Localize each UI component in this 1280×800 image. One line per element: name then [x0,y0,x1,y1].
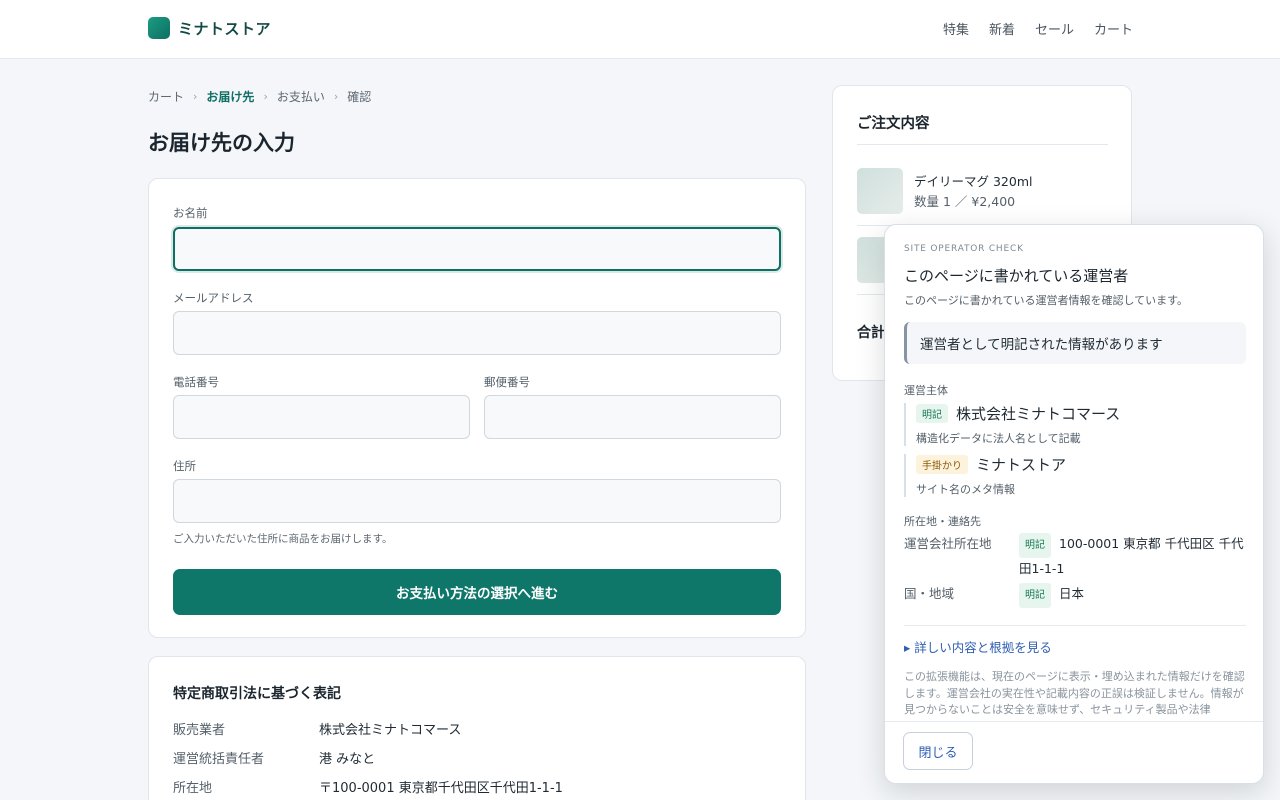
panel-footer: 閉じる [885,721,1263,783]
page-title: お届け先の入力 [148,131,295,155]
legal-key: 所在地 [173,781,213,796]
phone-label: 電話番号 [173,375,219,389]
breadcrumb-cart[interactable]: カート [148,88,184,105]
legal-row-manager: 運営統括責任者 港 みなと [173,748,375,767]
nav-item-cart[interactable]: カート [1094,19,1133,38]
explicit-badge: 明記 [916,404,948,423]
address-hint: ご入力いただいた住所に商品をお届けします。 [173,533,393,545]
nav-item-new[interactable]: 新着 [989,19,1015,38]
entity-name: ミナトストア [976,456,1067,474]
entity-note: 構造化データに法人名として記載 [916,432,1081,445]
entity-item: 手掛かり ミナトストア サイト名のメタ情報 [904,454,1224,497]
email-input[interactable] [173,311,781,355]
zip-label: 郵便番号 [484,375,530,389]
explicit-badge: 明記 [1019,583,1051,608]
details-link[interactable]: ▸ 詳しい内容と根拠を見る [904,637,1052,656]
item-name: デイリーマグ 320ml [914,174,1033,189]
legal-value: 〒100-0001 東京都千代田区千代田1-1-1 [319,781,563,796]
panel-eyebrow: SITE OPERATOR CHECK [904,244,1024,254]
explicit-badge: 明記 [1019,533,1051,558]
entity-note: サイト名のメタ情報 [916,483,1015,496]
legal-row-address: 所在地 〒100-0001 東京都千代田区千代田1-1-1 [173,777,563,796]
panel-subtitle: このページに書かれている運営者情報を確認しています。 [904,294,1189,307]
divider [857,144,1108,145]
breadcrumb-separator: › [193,90,198,103]
breadcrumb-confirm: 確認 [347,90,372,104]
zip-input[interactable] [484,395,781,439]
entity-name: 株式会社ミナトコマース [956,405,1121,423]
legal-value: 株式会社ミナトコマース [319,723,462,738]
logo-text: ミナトストア [178,19,272,38]
location-row-country: 国・地域 明記 日本 [904,583,1249,608]
nav-item-feature[interactable]: 特集 [943,19,969,38]
main-nav: 特集 新着 セール カート [943,19,1133,38]
entity-section-label: 運営主体 [904,384,948,397]
divider [904,625,1246,626]
location-value: 100-0001 東京都 千代田区 千代田1-1-1 [1019,536,1244,576]
shipping-form: お名前 メールアドレス 電話番号 郵便番号 住所 ご入力いただいた住所に商品をお… [148,178,806,638]
address-label: 住所 [173,459,196,473]
location-section-label: 所在地・連絡先 [904,515,981,528]
clue-badge: 手掛かり [916,455,968,474]
close-button[interactable]: 閉じる [903,732,973,770]
operator-check-panel: SITE OPERATOR CHECK このページに書かれている運営者 このペー… [884,224,1264,784]
location-value: 日本 [1059,586,1085,601]
product-thumbnail [857,168,903,214]
status-banner: 運営者として明記された情報があります [904,322,1246,364]
legal-key: 販売業者 [173,723,226,738]
breadcrumb-separator: › [333,90,339,103]
nav-item-sale[interactable]: セール [1035,19,1074,38]
legal-value: 港 みなと [319,752,376,767]
location-row-address: 運営会社所在地 明記 100-0001 東京都 千代田区 千代田1-1-1 [904,533,1249,579]
name-label: お名前 [173,206,208,220]
disclaimer-text: この拡張機能は、現在のページに表示・埋め込まれた情報だけを確認します。運営会社の… [904,670,1245,716]
breadcrumb-separator: › [263,90,268,103]
location-key: 運営会社所在地 [904,536,992,551]
logo-icon [148,17,170,39]
total-label: 合計 [857,325,885,341]
email-label: メールアドレス [173,291,254,305]
proceed-to-payment-button[interactable]: お支払い方法の選択へ進む [173,569,781,615]
phone-input[interactable] [173,395,470,439]
breadcrumb-shipping: お届け先 [206,90,255,104]
address-input[interactable] [173,479,781,523]
legal-row-seller: 販売業者 株式会社ミナトコマース [173,719,461,738]
panel-title: このページに書かれている運営者 [904,267,1129,285]
legal-title: 特定商取引法に基づく表記 [173,686,341,702]
breadcrumb-payment: お支払い [276,90,325,104]
name-input[interactable] [173,227,781,271]
entity-item: 明記 株式会社ミナトコマース 構造化データに法人名として記載 [904,403,1224,446]
site-header: ミナトストア 特集 新着 セール カート [0,0,1280,59]
legal-key: 運営統括責任者 [173,752,265,767]
order-title: ご注文内容 [857,116,930,132]
site-logo[interactable]: ミナトストア [148,17,271,39]
breadcrumb: カート › お届け先 › お支払い › 確認 [148,88,371,105]
item-quantity-price: 数量 1 ／ ¥2,400 [914,194,1016,209]
location-key: 国・地域 [904,586,955,601]
legal-notice-card: 特定商取引法に基づく表記 販売業者 株式会社ミナトコマース 運営統括責任者 港 … [148,656,806,800]
